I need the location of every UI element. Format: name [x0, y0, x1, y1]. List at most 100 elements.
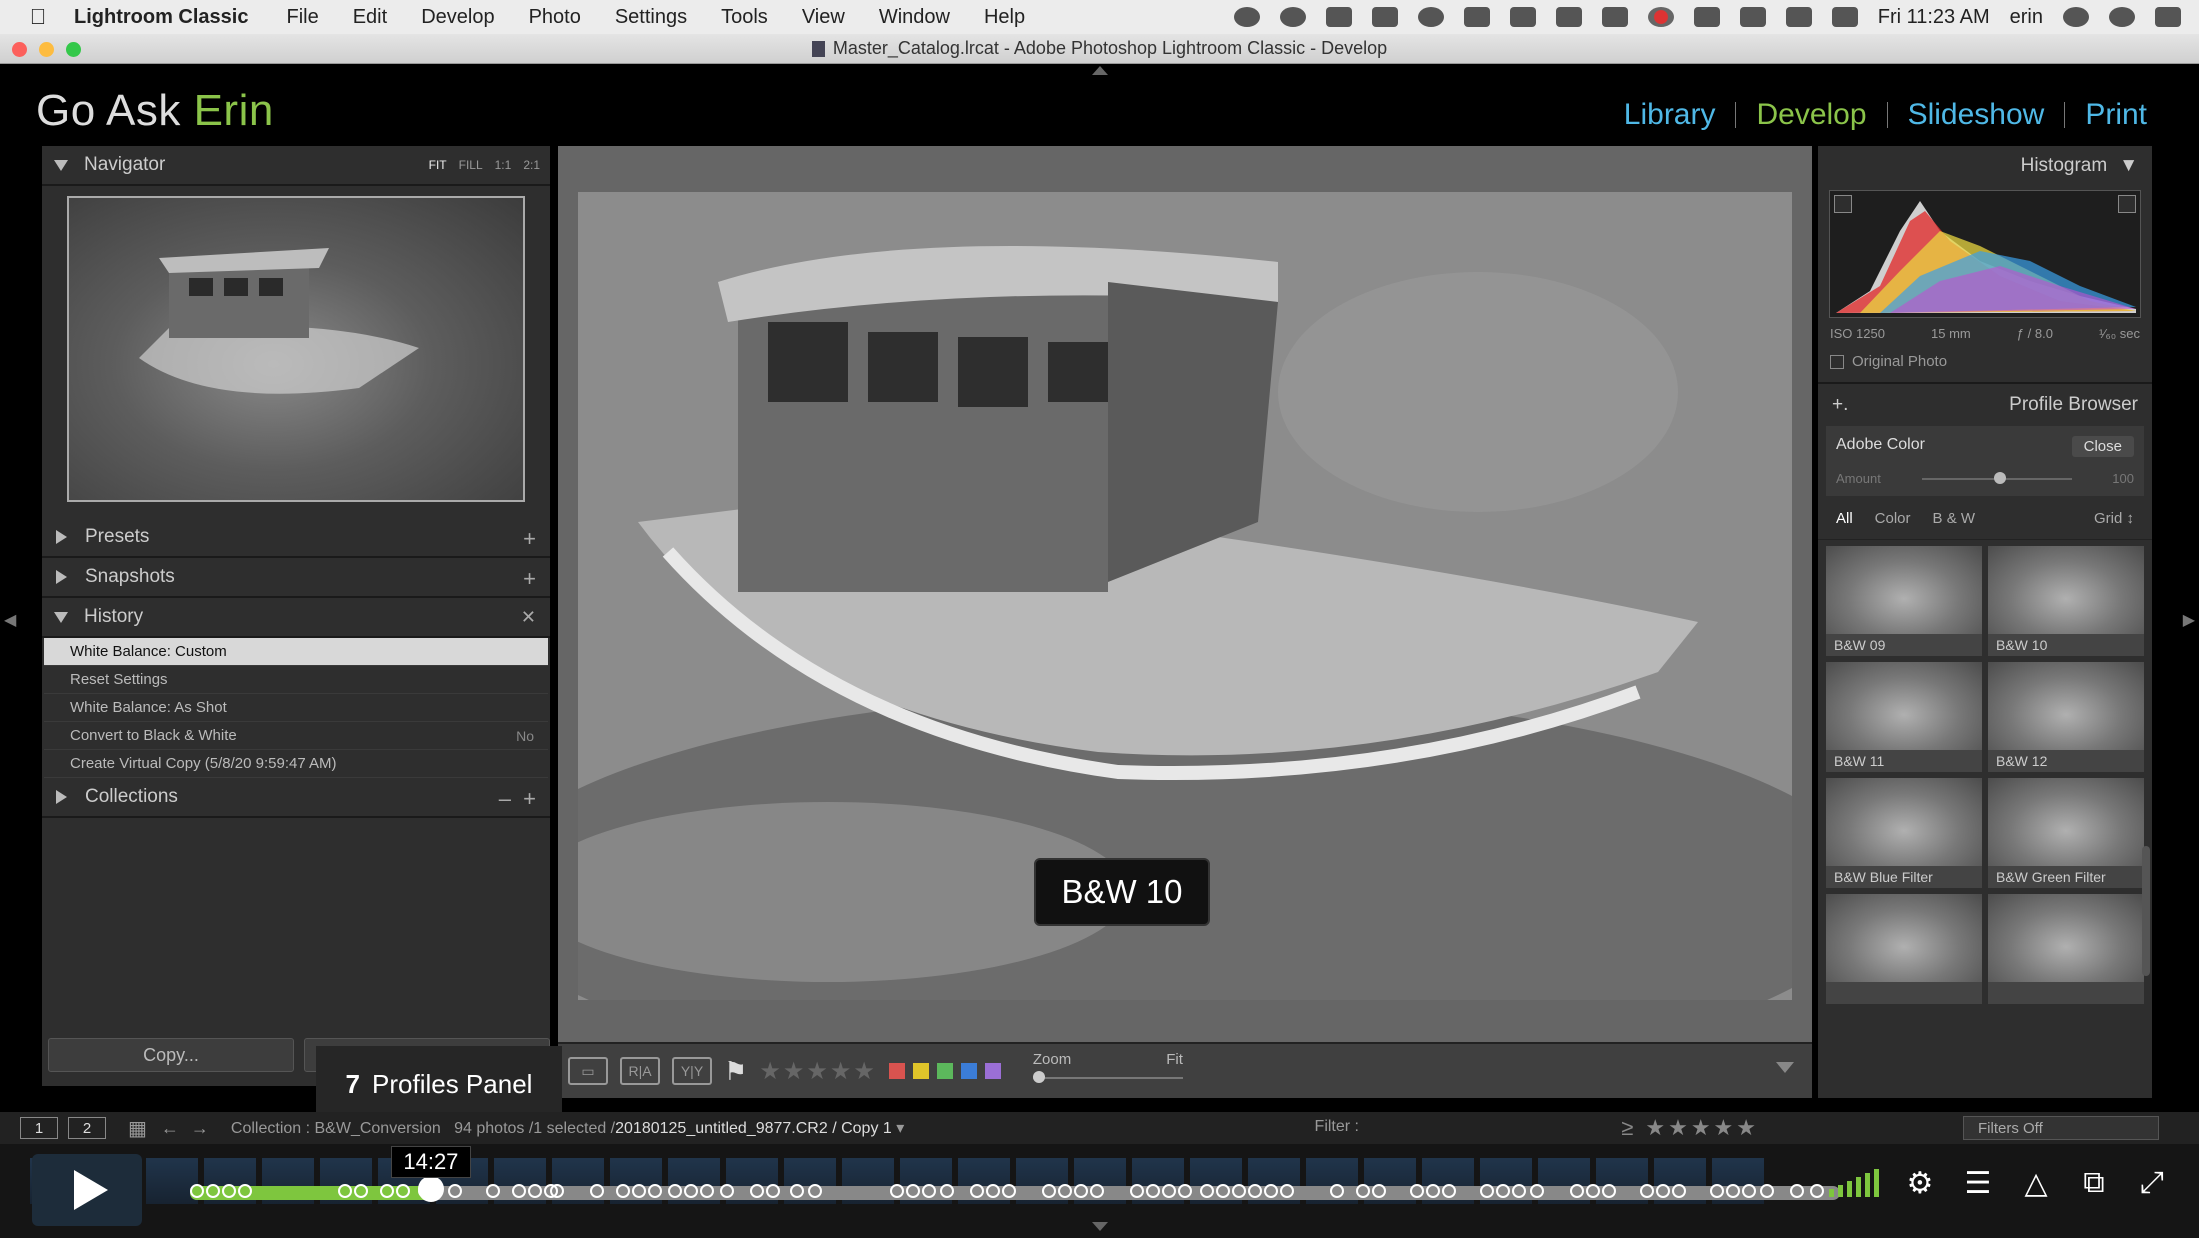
chapter-marker[interactable]	[338, 1184, 352, 1198]
close-profile-browser-button[interactable]: Close	[2071, 436, 2134, 457]
picture-in-picture-icon[interactable]: ⧉	[2077, 1166, 2111, 1199]
loupe-view-button[interactable]: ▭	[568, 1057, 608, 1085]
chapter-marker[interactable]	[890, 1184, 904, 1198]
chapter-marker[interactable]	[766, 1184, 780, 1198]
speedometer-icon[interactable]	[1233, 7, 1260, 27]
display-icon[interactable]	[1509, 7, 1536, 27]
highlight-clipping-toggle[interactable]	[2118, 195, 2136, 213]
menubar-user[interactable]: erin	[2010, 6, 2043, 29]
chapter-marker[interactable]	[354, 1184, 368, 1198]
notification-center-icon[interactable]	[2155, 7, 2181, 27]
app-menu[interactable]: Lightroom Classic	[74, 6, 248, 29]
copy-button[interactable]: Copy...	[48, 1038, 294, 1072]
menu-view[interactable]: View	[802, 6, 845, 29]
menu-help[interactable]: Help	[984, 6, 1025, 29]
chapter-marker[interactable]	[396, 1184, 410, 1198]
wifi-icon[interactable]	[1785, 7, 1812, 27]
module-develop[interactable]: Develop	[1736, 98, 1886, 132]
history-item[interactable]: White Balance: Custom	[44, 638, 548, 666]
airplay-icon[interactable]: △	[2019, 1167, 2053, 1200]
chapter-marker[interactable]	[700, 1184, 714, 1198]
fullscreen-icon[interactable]: ⤢	[2135, 1166, 2169, 1199]
left-panel-toggle-icon[interactable]: ◀	[4, 610, 16, 630]
chapter-marker[interactable]	[1372, 1184, 1386, 1198]
chapter-marker[interactable]	[1356, 1184, 1370, 1198]
amount-slider[interactable]	[1921, 471, 2072, 484]
chapter-marker[interactable]	[1330, 1184, 1344, 1198]
view-mode-dropdown[interactable]: Grid ↕	[2094, 510, 2134, 527]
presets-header[interactable]: Presets +	[42, 518, 550, 558]
collections-header[interactable]: Collections – +	[42, 778, 550, 818]
chapter-marker[interactable]	[808, 1184, 822, 1198]
original-photo-checkbox[interactable]	[1830, 354, 1844, 369]
chapter-marker[interactable]	[1512, 1184, 1526, 1198]
tab-bw[interactable]: B & W	[1933, 510, 1976, 527]
chapter-marker[interactable]	[616, 1184, 630, 1198]
bluetooth-icon[interactable]	[1463, 7, 1490, 27]
chapter-marker[interactable]	[1570, 1184, 1584, 1198]
zoom-2to1[interactable]: 2:1	[523, 158, 540, 172]
clear-history-icon[interactable]: ✕	[521, 607, 536, 628]
menubar-clock[interactable]: Fri 11:23 AM	[1878, 6, 1990, 29]
chapter-marker[interactable]	[238, 1184, 252, 1198]
chapter-marker[interactable]	[1790, 1184, 1804, 1198]
minimize-window-button[interactable]	[39, 42, 54, 57]
chapter-marker[interactable]	[668, 1184, 682, 1198]
airplay-icon[interactable]	[1693, 7, 1720, 27]
main-window-button[interactable]: 1	[20, 1117, 58, 1139]
grid-view-icon[interactable]: ▦	[128, 1116, 147, 1141]
chapter-marker[interactable]	[632, 1184, 646, 1198]
main-photo[interactable]: B&W 10	[578, 192, 1792, 1000]
chapter-marker[interactable]	[1672, 1184, 1686, 1198]
chapter-marker[interactable]	[1656, 1184, 1670, 1198]
chapters-list-icon[interactable]: ☰	[1961, 1167, 1995, 1200]
module-print[interactable]: Print	[2065, 98, 2167, 132]
tab-color[interactable]: Color	[1875, 510, 1911, 527]
chapter-marker[interactable]	[1248, 1184, 1262, 1198]
chapter-marker[interactable]	[1480, 1184, 1494, 1198]
color-label-purple[interactable]	[984, 1063, 1001, 1079]
chapter-marker[interactable]	[190, 1184, 204, 1198]
chapter-marker[interactable]	[1162, 1184, 1176, 1198]
zoom-1to1[interactable]: 1:1	[495, 158, 512, 172]
chapter-marker[interactable]	[750, 1184, 764, 1198]
malwarebytes-icon[interactable]	[1555, 7, 1582, 27]
profile-thumb[interactable]: B&W 12	[1988, 662, 2144, 772]
filmstrip-source[interactable]: Collection : B&W_Conversion 94 photos /1…	[231, 1118, 904, 1138]
filename-dropdown-icon[interactable]: ▾	[896, 1120, 904, 1137]
chapter-marker[interactable]	[1200, 1184, 1214, 1198]
chapter-marker[interactable]	[1074, 1184, 1088, 1198]
chapter-marker[interactable]	[1640, 1184, 1654, 1198]
chapter-marker[interactable]	[940, 1184, 954, 1198]
chapter-marker[interactable]	[1710, 1184, 1724, 1198]
chapter-marker[interactable]	[380, 1184, 394, 1198]
menu-edit[interactable]: Edit	[353, 6, 387, 29]
chapter-marker[interactable]	[1002, 1184, 1016, 1198]
chapter-marker[interactable]	[1442, 1184, 1456, 1198]
back-arrow-icon[interactable]: ←	[161, 1118, 179, 1139]
second-window-button[interactable]: 2	[68, 1117, 106, 1139]
zoom-window-button[interactable]	[66, 42, 81, 57]
history-item[interactable]: Reset Settings	[44, 666, 548, 694]
chapter-marker[interactable]	[1810, 1184, 1824, 1198]
zoom-slider-track[interactable]	[1032, 1077, 1183, 1079]
chapter-marker[interactable]	[1216, 1184, 1230, 1198]
video-scrubber-handle[interactable]: 14:27	[390, 1146, 471, 1202]
right-panel-scrollbar[interactable]	[2142, 846, 2150, 976]
close-window-button[interactable]	[12, 42, 27, 57]
menu-photo[interactable]: Photo	[529, 6, 581, 29]
chapter-marker[interactable]	[1178, 1184, 1192, 1198]
network-icon[interactable]	[1739, 7, 1766, 27]
chapter-marker[interactable]	[222, 1184, 236, 1198]
profile-thumb[interactable]	[1826, 894, 1982, 1004]
add-snapshot-icon[interactable]: +	[523, 566, 536, 592]
amount-slider-knob[interactable]	[1993, 471, 2006, 484]
histogram-header[interactable]: Histogram ▼	[1818, 146, 2152, 186]
chapter-marker[interactable]	[922, 1184, 936, 1198]
volume-icon[interactable]	[1829, 1169, 1879, 1197]
time-machine-icon[interactable]	[1601, 7, 1628, 27]
settings-gear-icon[interactable]: ⚙	[1903, 1167, 1937, 1200]
siri-icon[interactable]	[2109, 7, 2135, 27]
chapter-marker[interactable]	[684, 1184, 698, 1198]
profile-thumb[interactable]	[1988, 894, 2144, 1004]
